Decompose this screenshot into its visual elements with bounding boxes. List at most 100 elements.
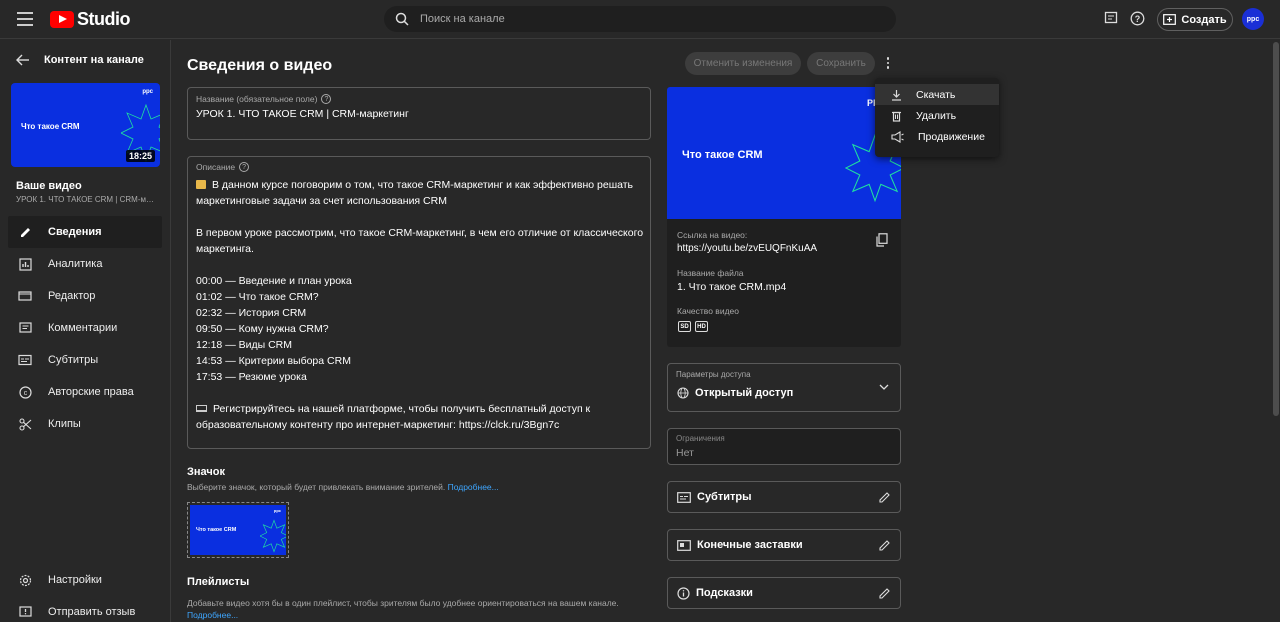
- video-preview-card: Что такое CRM PP Ссылка на видео: https:…: [667, 87, 901, 347]
- thumbnail-learn-more-link[interactable]: Подробнее...: [448, 482, 499, 492]
- gear-icon: [18, 573, 32, 587]
- chevron-down-icon: [879, 384, 889, 390]
- timecode-line: 02:32 — История CRM: [196, 307, 307, 319]
- duration-badge: 18:25: [125, 150, 155, 162]
- sidebar-item-label: Клипы: [48, 418, 81, 430]
- hd-quality-badge: HD: [695, 321, 708, 332]
- brand-name: Studio: [77, 9, 131, 29]
- description-field[interactable]: Описание ? В данном курсе поговорим о то…: [187, 156, 651, 449]
- comments-icon: [18, 321, 32, 335]
- copy-icon[interactable]: [876, 233, 888, 250]
- search-input[interactable]: [420, 13, 860, 25]
- create-button[interactable]: Создать: [1157, 8, 1233, 31]
- starburst-graphic: [260, 519, 286, 553]
- cards-row[interactable]: Подсказки: [667, 577, 901, 609]
- thumbnail-logo: ppc: [273, 508, 281, 513]
- timecode-line: 01:02 — Что такое CRM?: [196, 291, 319, 303]
- sidebar-item-copyright[interactable]: c Авторские права: [8, 376, 162, 408]
- search-bar[interactable]: [384, 6, 896, 32]
- sidebar-item-clips[interactable]: Клипы: [8, 408, 162, 440]
- svg-text:?: ?: [1135, 14, 1141, 24]
- thumbnail-option[interactable]: Что такое CRM ppc: [187, 502, 289, 558]
- help-icon[interactable]: ?: [239, 162, 250, 172]
- restrictions-field[interactable]: Ограничения Нет: [667, 428, 901, 465]
- pencil-icon[interactable]: [878, 587, 891, 600]
- description-line: В первом уроке рассмотрим, что такое CRM…: [196, 227, 644, 239]
- copyright-icon: c: [18, 385, 32, 399]
- sidebar: Контент на канале Что такое CRM ppc 18:2…: [0, 40, 171, 622]
- timecode-line: 17:53 — Резюме урока: [196, 371, 307, 383]
- search-icon[interactable]: [384, 12, 420, 26]
- top-bar: Studio ? Создать ppc: [0, 0, 1280, 39]
- description-line: Регистрируйтесь на нашей платформе, чтоб…: [196, 401, 636, 417]
- video-link-label: Ссылка на видео:: [677, 230, 748, 240]
- thumbnail-image: Что такое CRM ppc: [190, 505, 286, 555]
- sidebar-item-subtitles[interactable]: Субтитры: [8, 344, 162, 376]
- sidebar-item-analytics[interactable]: Аналитика: [8, 248, 162, 280]
- save-button[interactable]: Сохранить: [807, 52, 875, 75]
- description-line: образовательному контенту про интернет-м…: [196, 419, 560, 431]
- menu-item-delete[interactable]: Удалить: [875, 105, 999, 126]
- arrow-left-icon: [16, 54, 29, 66]
- help-icon[interactable]: ?: [1130, 11, 1146, 27]
- menu-item-label: Продвижение: [918, 130, 985, 143]
- visibility-select[interactable]: Параметры доступа Открытый доступ: [667, 363, 901, 412]
- thumbnail-title: Что такое CRM: [196, 527, 237, 533]
- timecode-line: 12:18 — Виды CRM: [196, 339, 292, 351]
- thumbnail-logo: ppc: [142, 89, 153, 95]
- description-label: Описание: [196, 162, 236, 172]
- playlists-heading: Плейлисты: [187, 576, 250, 588]
- video-link[interactable]: https://youtu.be/zvEUQFnKuAA: [677, 243, 817, 254]
- title-field[interactable]: Название (обязательное поле) ? УРОК 1. Ч…: [187, 87, 651, 140]
- sidebar-item-label: Настройки: [48, 574, 102, 586]
- description-line: маркетинговые задачи за счет использован…: [196, 195, 447, 207]
- thumbnail-heading: Значок: [187, 466, 225, 478]
- description-gap: [196, 209, 636, 225]
- scissors-icon: [18, 417, 32, 431]
- timecode-line: 14:53 — Критерии выбора CRM: [196, 355, 351, 367]
- end-screens-row[interactable]: Конечные заставки: [667, 529, 901, 561]
- thumbnail-hint: Выберите значок, который будет привлекат…: [187, 482, 499, 492]
- sidebar-item-details[interactable]: Сведения: [8, 216, 162, 248]
- messages-icon[interactable]: [1104, 11, 1120, 27]
- description-line-text: В данном курсе поговорим о том, что тако…: [212, 179, 634, 191]
- page-title: Сведения о видео: [187, 57, 333, 74]
- sidebar-item-settings[interactable]: Настройки: [8, 564, 162, 596]
- description-label-row: Описание ?: [196, 162, 250, 172]
- avatar[interactable]: ppc: [1242, 8, 1264, 30]
- megaphone-icon: [891, 130, 904, 143]
- sidebar-nav: Сведения Аналитика Редактор Комментарии …: [8, 216, 162, 440]
- sidebar-item-comments[interactable]: Комментарии: [8, 312, 162, 344]
- title-field-label-row: Название (обязательное поле) ?: [196, 94, 332, 104]
- sidebar-item-feedback[interactable]: Отправить отзыв: [8, 596, 162, 622]
- preview-title: Что такое CRM: [682, 149, 763, 161]
- restrictions-label: Ограничения: [676, 434, 725, 443]
- cards-row-label: Подсказки: [696, 587, 753, 599]
- description-gap: [196, 385, 636, 401]
- analytics-icon: [18, 257, 32, 271]
- pencil-icon[interactable]: [878, 491, 891, 504]
- sidebar-item-label: Сведения: [48, 226, 102, 238]
- video-thumbnail[interactable]: Что такое CRM ppc 18:25: [11, 83, 160, 167]
- menu-icon[interactable]: [17, 12, 33, 26]
- more-options-menu: Скачать Удалить Продвижение: [875, 78, 999, 157]
- playlists-learn-more-link[interactable]: Подробнее...: [187, 610, 238, 620]
- description-line: маркетинга.: [196, 243, 254, 255]
- pencil-icon[interactable]: [878, 539, 891, 552]
- video-player[interactable]: Что такое CRM PP: [667, 87, 901, 219]
- trash-icon: [892, 111, 901, 122]
- youtube-logo-icon: [50, 11, 74, 28]
- visibility-value: Открытый доступ: [695, 387, 794, 399]
- back-to-content-link[interactable]: Контент на канале: [16, 54, 144, 66]
- menu-item-promote[interactable]: Продвижение: [875, 126, 999, 147]
- studio-logo[interactable]: Studio: [50, 9, 131, 30]
- scrollbar-thumb[interactable]: [1273, 42, 1279, 416]
- more-options-icon[interactable]: [884, 57, 892, 71]
- subtitles-row[interactable]: Субтитры: [667, 481, 901, 513]
- sidebar-item-editor[interactable]: Редактор: [8, 280, 162, 312]
- sidebar-bottom: Настройки Отправить отзыв: [8, 564, 162, 622]
- undo-changes-button[interactable]: Отменить изменения: [685, 52, 801, 75]
- subtitles-row-label: Субтитры: [697, 491, 752, 503]
- menu-item-download[interactable]: Скачать: [875, 84, 999, 105]
- help-icon[interactable]: ?: [321, 94, 332, 104]
